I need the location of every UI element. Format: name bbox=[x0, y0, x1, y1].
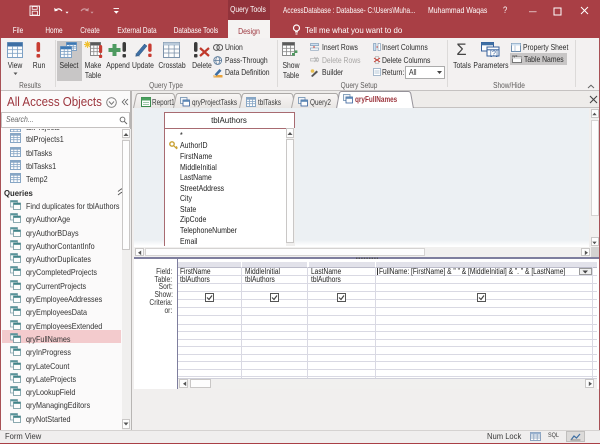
svg-text:xyz: xyz bbox=[512, 54, 518, 58]
svg-text:[?]: [?] bbox=[490, 51, 498, 58]
